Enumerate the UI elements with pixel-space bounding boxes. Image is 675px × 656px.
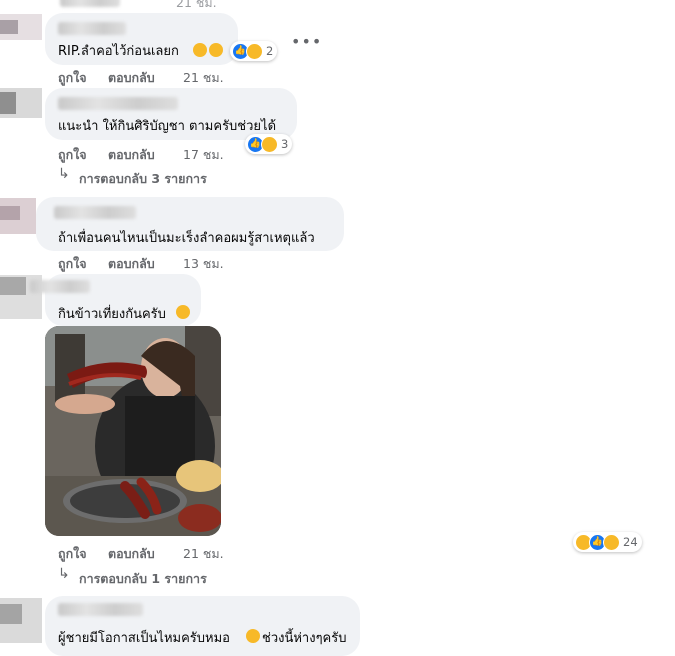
reaction-count: 24 [623,535,638,549]
surprised-emoji-icon [209,43,223,57]
comment-text-continued: ช่วงนี้ห่างๆครับ [262,631,347,646]
like-button[interactable]: ถูกใจ [58,544,87,564]
commenter-name-redacted[interactable] [58,22,126,35]
photo-illustration [45,326,221,536]
comment-time: 17 ชม. [183,147,224,162]
comment-text: แนะนำ ให้กินศิริบัญชา ตามครับช่วยได้ [58,119,277,134]
comment-time: 21 ชม. [183,546,224,561]
comment-time: 21 ชม. [176,0,217,10]
like-button[interactable]: ถูกใจ [58,68,87,88]
comment-text: ผู้ชายมีโอกาสเป็นไหมครับหมอ [58,631,230,646]
view-replies-link[interactable]: การตอบกลับ 1 รายการ [79,569,207,589]
reply-button[interactable]: ตอบกลับ [108,254,155,274]
avatar[interactable] [0,14,42,40]
commenter-name-redacted [60,0,120,7]
comment-photo[interactable] [45,326,221,536]
grimacing-emoji-icon [246,629,260,643]
reaction-count: 2 [266,44,274,58]
comment-time: 21 ชม. [183,70,224,85]
commenter-name-redacted[interactable] [54,206,136,219]
comment-text: RIP.ลำคอไว้ก่อนเลยก [58,44,179,59]
avatar[interactable] [0,598,42,643]
commenter-name-redacted[interactable] [58,97,178,110]
haha-reaction-icon [246,42,263,60]
reply-button[interactable]: ตอบกลับ [108,145,155,165]
like-button[interactable]: ถูกใจ [58,254,87,274]
reactions-summary[interactable]: 👍 24 [573,532,642,552]
view-replies-link[interactable]: การตอบกลับ 3 รายการ [79,169,207,189]
reply-arrow-icon: ↳ [58,166,70,182]
reply-button[interactable]: ตอบกลับ [108,68,155,88]
reactions-summary[interactable]: 👍 2 [230,41,278,61]
reactions-summary[interactable]: 👍 3 [245,134,293,154]
avatar[interactable] [0,198,36,234]
like-button[interactable]: ถูกใจ [58,145,87,165]
reply-arrow-icon: ↳ [58,566,70,582]
reply-button[interactable]: ตอบกลับ [108,544,155,564]
rofl-emoji-icon [176,305,190,319]
grinning-emoji-icon [193,43,207,57]
commenter-name-redacted[interactable] [58,603,143,616]
more-options-icon[interactable]: ••• [291,32,322,51]
comment-text: ถ้าเพื่อนคนไหนเป็นมะเร็งลำคอผมรู้สาเหตุแ… [58,231,315,246]
commenter-name-redacted[interactable] [30,280,90,293]
haha-reaction-icon [261,135,278,153]
wow-reaction-icon [603,533,620,551]
comment-time: 13 ชม. [183,256,224,271]
avatar[interactable] [0,88,42,118]
reaction-count: 3 [281,137,289,151]
comment-text: กินข้าวเที่ยงกันครับ [58,307,166,322]
